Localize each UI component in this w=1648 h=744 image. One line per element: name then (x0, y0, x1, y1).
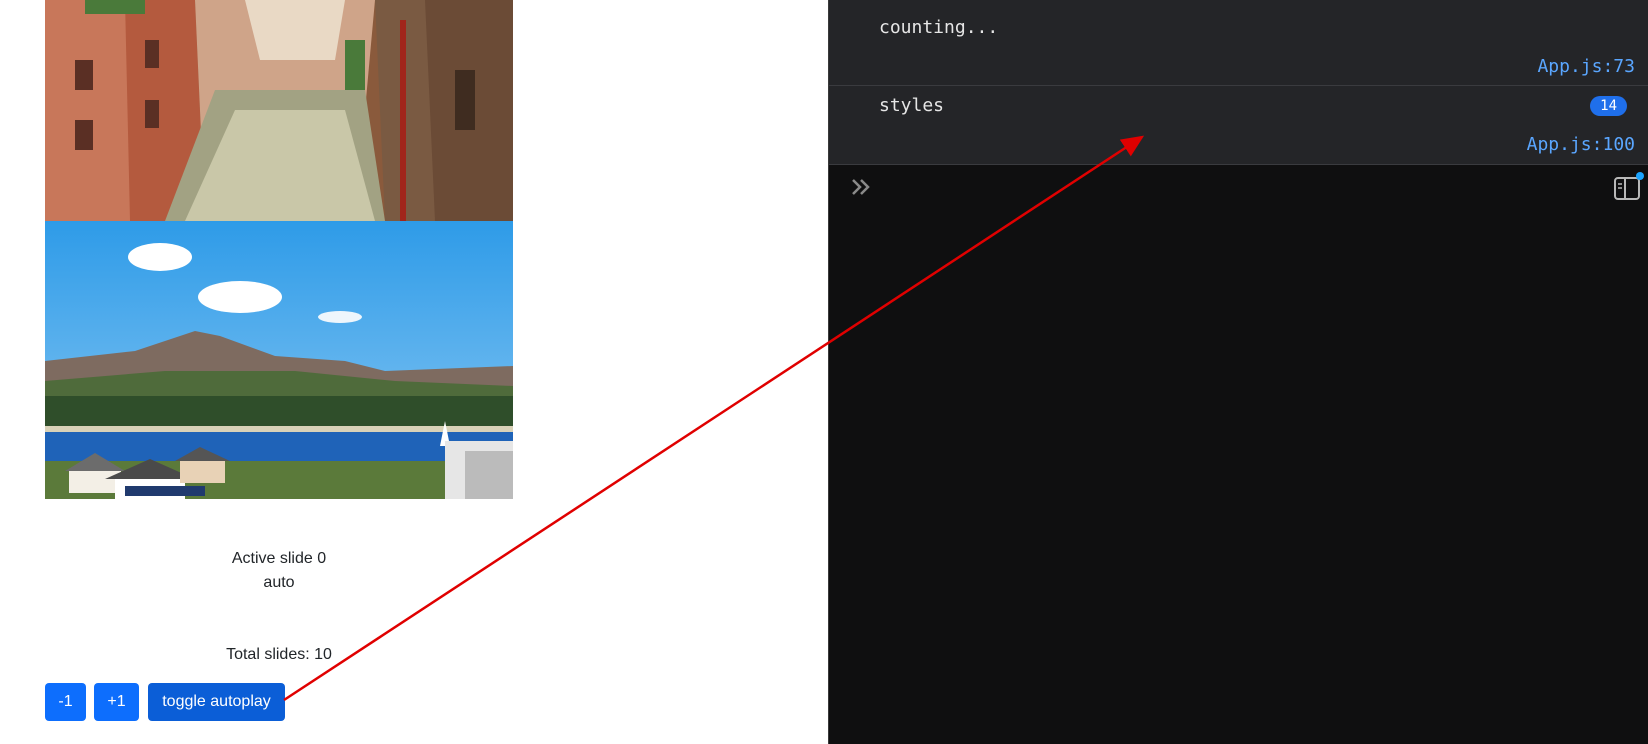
chevron-double-right-icon (847, 172, 877, 202)
mountain-lake-photo (45, 221, 513, 499)
app-page: Active slide 0 auto Total slides: 10 -1 … (0, 0, 828, 744)
console-message: counting... App.js:73 (829, 8, 1648, 86)
console-message: styles 14 App.js:100 (829, 86, 1648, 165)
sidebar-toggle-icon[interactable] (1610, 170, 1644, 204)
toggle-autoplay-button[interactable]: toggle autoplay (148, 683, 285, 721)
console-source-link[interactable]: App.js:73 (1537, 56, 1635, 77)
autoplay-mode-label: auto (263, 574, 295, 591)
prev-slide-button[interactable]: -1 (45, 683, 86, 721)
next-slide-button[interactable]: +1 (94, 683, 139, 721)
canal-street-photo (45, 0, 513, 221)
total-slides-label: Total slides: 10 (226, 646, 332, 663)
devtools-console: counting... App.js:73 styles 14 App.js:1… (828, 0, 1648, 744)
console-source-link[interactable]: App.js:100 (1527, 134, 1635, 155)
active-slide-label: Active slide 0 (231, 550, 327, 567)
console-message-text: counting... (879, 17, 999, 38)
repeat-count-badge: 14 (1590, 96, 1627, 116)
console-message-text: styles (879, 95, 945, 116)
